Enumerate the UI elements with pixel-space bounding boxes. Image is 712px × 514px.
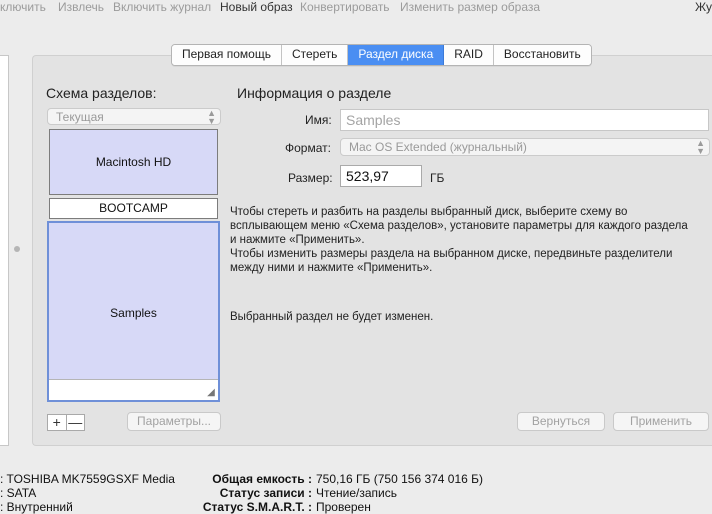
smart-status-key: Статус S.M.A.R.T. :	[202, 500, 312, 514]
toolbar-item-enable-journal[interactable]: Включить журнал	[113, 0, 211, 15]
add-remove-control: + —	[47, 414, 85, 431]
total-capacity-key: Общая емкость :	[212, 472, 312, 486]
status-note: Выбранный раздел не будет изменен.	[230, 311, 434, 323]
location-value: : Внутренний	[0, 500, 73, 514]
toolbar-item-mount[interactable]: ключить	[0, 0, 46, 15]
partition-scheme-heading: Схема разделов:	[46, 85, 157, 101]
size-unit: ГБ	[430, 171, 445, 185]
format-label: Формат:	[285, 141, 331, 155]
apply-button[interactable]: Применить	[613, 412, 709, 431]
total-capacity-value: 750,16 ГБ (750 156 374 016 Б)	[316, 472, 484, 486]
name-field[interactable]: Samples	[340, 109, 709, 131]
instructions-text: Чтобы стереть и разбить на разделы выбра…	[230, 206, 688, 274]
format-popup[interactable]: Mac OS Extended (журнальный) ▲ ▼	[340, 138, 710, 156]
remove-partition-button[interactable]: —	[67, 415, 85, 430]
format-value: Mac OS Extended (журнальный)	[349, 140, 527, 154]
size-label: Размер:	[288, 171, 333, 185]
tab-partition[interactable]: Раздел диска	[348, 45, 445, 65]
revert-button[interactable]: Вернуться	[517, 412, 605, 431]
write-status-label: Статус записи :	[160, 486, 312, 500]
partition-samples[interactable]: Samples ◢	[47, 221, 220, 402]
toolbar-item-log[interactable]: Жу	[695, 0, 712, 15]
tab-erase[interactable]: Стереть	[281, 45, 349, 65]
partition-samples-label: Samples	[110, 306, 157, 320]
partition-macintosh-hd[interactable]: Macintosh HD	[49, 129, 218, 195]
options-button[interactable]: Параметры...	[127, 412, 221, 431]
tab-bar: Первая помощь Стереть Раздел диска RAID …	[171, 44, 592, 66]
partition-bootcamp[interactable]: BOOTCAMP	[49, 198, 218, 219]
toolbar: ключить Извлечь Включить журнал Новый об…	[0, 0, 712, 16]
size-field[interactable]: 523,97	[340, 165, 422, 187]
write-status-key: Статус записи :	[219, 486, 312, 500]
smart-status-value: Проверен	[316, 500, 371, 514]
toolbar-item-convert[interactable]: Конвертировать	[300, 0, 390, 15]
tab-restore[interactable]: Восстановить	[493, 45, 591, 65]
tab-raid[interactable]: RAID	[444, 45, 494, 65]
splitter-handle[interactable]	[14, 246, 20, 252]
resize-grip-icon[interactable]: ◢	[206, 388, 216, 398]
partition-free-space	[49, 379, 218, 400]
toolbar-item-resize-image[interactable]: Изменить размер образа	[400, 0, 540, 15]
connection-type-value: : SATA	[0, 486, 37, 500]
partition-info-heading: Информация о разделе	[237, 85, 392, 101]
popup-arrows-icon: ▲ ▼	[696, 138, 705, 156]
disk-name-value: : TOSHIBA MK7559GSXF Media	[0, 472, 175, 486]
write-status-value: Чтение/запись	[316, 486, 397, 500]
partition-scheme-value: Текущая	[56, 110, 104, 124]
disk-list-pane[interactable]	[0, 55, 9, 446]
toolbar-item-new-image[interactable]: Новый образ	[220, 0, 293, 15]
name-label: Имя:	[305, 113, 332, 127]
tab-first-aid[interactable]: Первая помощь	[172, 45, 282, 65]
partition-scheme-popup[interactable]: Текущая ▲ ▼	[47, 108, 221, 126]
total-capacity-label: Общая емкость :	[160, 472, 312, 486]
popup-arrows-icon: ▲ ▼	[207, 108, 216, 126]
add-partition-button[interactable]: +	[48, 415, 67, 430]
smart-status-label: Статус S.M.A.R.T. :	[160, 500, 312, 514]
toolbar-item-eject[interactable]: Извлечь	[58, 0, 104, 15]
